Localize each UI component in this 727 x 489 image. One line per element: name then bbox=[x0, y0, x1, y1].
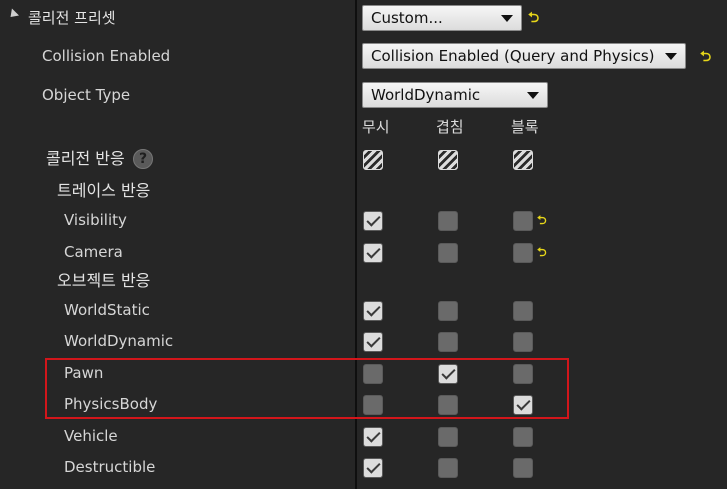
object-row-worlddynamic: WorldDynamic bbox=[64, 332, 174, 350]
preset-dropdown[interactable]: Custom... bbox=[362, 5, 522, 31]
camera-ignore-checkbox[interactable] bbox=[363, 243, 383, 263]
collision-enabled-value: Collision Enabled (Query and Physics) bbox=[371, 47, 655, 65]
object-row-vehicle: Vehicle bbox=[64, 427, 118, 445]
worlddynamic-ignore-checkbox[interactable] bbox=[363, 332, 383, 352]
collision-response-block-all[interactable] bbox=[513, 150, 533, 170]
object-type-value: WorldDynamic bbox=[371, 86, 481, 104]
visibility-overlap-checkbox[interactable] bbox=[438, 211, 458, 231]
object-type-dropdown[interactable]: WorldDynamic bbox=[362, 82, 548, 108]
worlddynamic-overlap-checkbox[interactable] bbox=[438, 332, 458, 352]
vehicle-overlap-checkbox[interactable] bbox=[438, 427, 458, 447]
destructible-ignore-checkbox[interactable] bbox=[363, 458, 383, 478]
object-row-destructible: Destructible bbox=[64, 458, 156, 476]
dropdown-arrow-icon bbox=[527, 92, 539, 99]
object-row-worldstatic: WorldStatic bbox=[64, 301, 150, 319]
dropdown-arrow-icon bbox=[665, 53, 677, 60]
worldstatic-ignore-checkbox[interactable] bbox=[363, 301, 383, 321]
trace-row-camera: Camera bbox=[64, 243, 123, 261]
camera-block-checkbox[interactable] bbox=[513, 243, 533, 263]
collision-response-overlap-all[interactable] bbox=[438, 150, 458, 170]
collision-enabled-dropdown[interactable]: Collision Enabled (Query and Physics) bbox=[362, 43, 686, 69]
collision-enabled-label: Collision Enabled bbox=[42, 47, 171, 65]
destructible-block-checkbox[interactable] bbox=[513, 458, 533, 478]
vehicle-block-checkbox[interactable] bbox=[513, 427, 533, 447]
camera-overlap-checkbox[interactable] bbox=[438, 243, 458, 263]
vehicle-ignore-checkbox[interactable] bbox=[363, 427, 383, 447]
worlddynamic-block-checkbox[interactable] bbox=[513, 332, 533, 352]
collapse-arrow-icon[interactable] bbox=[6, 8, 20, 21]
collision-response-ignore-all[interactable] bbox=[363, 150, 383, 170]
preset-label: 콜리전 프리셋 bbox=[28, 9, 116, 27]
column-header-ignore: 무시 bbox=[362, 118, 390, 136]
help-icon[interactable]: ? bbox=[133, 149, 153, 169]
collision-response-label: 콜리전 반응 bbox=[46, 149, 125, 168]
dropdown-arrow-icon bbox=[501, 15, 513, 22]
trace-response-label: 트레이스 반응 bbox=[57, 181, 151, 200]
highlight-box bbox=[45, 358, 569, 419]
visibility-ignore-checkbox[interactable] bbox=[363, 211, 383, 231]
reset-to-default-icon[interactable]: ⮌ bbox=[528, 11, 539, 25]
destructible-overlap-checkbox[interactable] bbox=[438, 458, 458, 478]
column-header-block: 블록 bbox=[511, 118, 539, 136]
worldstatic-block-checkbox[interactable] bbox=[513, 301, 533, 321]
reset-to-default-icon[interactable]: ⮌ bbox=[537, 213, 547, 227]
preset-dropdown-value: Custom... bbox=[371, 9, 443, 27]
visibility-block-checkbox[interactable] bbox=[513, 211, 533, 231]
object-response-label: 오브젝트 반응 bbox=[57, 271, 151, 290]
trace-row-visibility: Visibility bbox=[64, 211, 127, 229]
column-header-overlap: 겹침 bbox=[436, 118, 464, 136]
reset-to-default-icon[interactable]: ⮌ bbox=[700, 50, 711, 64]
reset-to-default-icon[interactable]: ⮌ bbox=[537, 245, 547, 259]
worldstatic-overlap-checkbox[interactable] bbox=[438, 301, 458, 321]
object-type-label: Object Type bbox=[42, 86, 131, 104]
